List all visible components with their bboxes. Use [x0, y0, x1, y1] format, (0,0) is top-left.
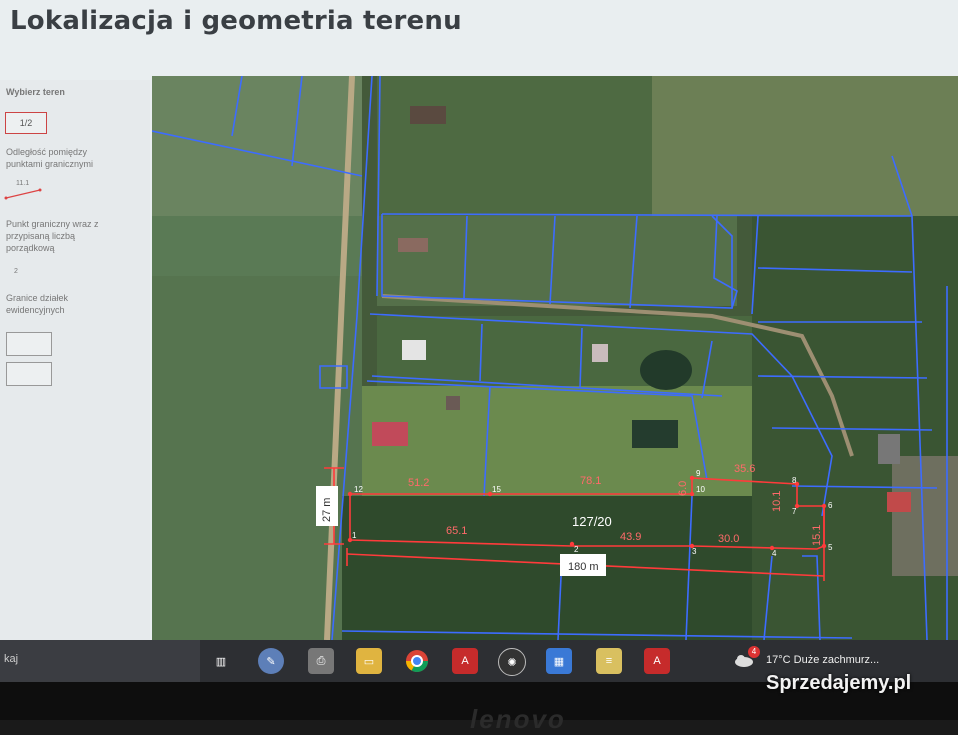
building [372, 422, 408, 446]
legend-parcel-swatch-1 [6, 332, 52, 356]
page-title: Lokalizacja i geometria terenu [10, 6, 462, 36]
legend-distance-label: Odległość pomiędzy punktami granicznymi [6, 147, 94, 169]
point-number: 3 [692, 547, 697, 556]
point-number: 9 [696, 469, 701, 478]
building [887, 492, 911, 512]
page-select[interactable]: 1/2 [5, 112, 47, 134]
map-view[interactable]: 27 m 180 m 127/20 51.2 78.1 35.6 65.1 43… [152, 76, 958, 640]
acrobat-icon[interactable]: A [644, 648, 670, 674]
segment-label: 78.1 [580, 475, 601, 487]
legend-parcel-swatch-2 [6, 362, 52, 386]
building [592, 344, 608, 362]
watermark: Sprzedajemy.pl [766, 672, 912, 694]
segment-label: 6.0 [677, 481, 689, 496]
folder-icon[interactable]: ▭ [356, 648, 382, 674]
legend-choose-label: Wybierz teren [6, 87, 65, 97]
legend-point-label: Punkt graniczny wraz z przypisaną liczbą… [6, 219, 99, 253]
building [878, 434, 900, 464]
segment-label: 30.0 [718, 533, 739, 545]
paint-icon[interactable]: ✎ [258, 648, 284, 674]
segment-label: 65.1 [446, 525, 467, 537]
legend-parcel-label: Granice działek ewidencyjnych [6, 293, 69, 315]
task-view-icon[interactable]: ▥ [208, 648, 234, 674]
notes-icon[interactable]: ≡ [596, 648, 622, 674]
chrome-icon[interactable] [404, 648, 430, 674]
page-value: 1/2 [19, 118, 33, 128]
segment-label: 10.1 [771, 491, 783, 512]
width-label: 27 m [321, 498, 333, 522]
segment-label: 35.6 [734, 463, 755, 475]
calculator-icon[interactable]: ▦ [546, 648, 572, 674]
point-number: 10 [696, 485, 705, 494]
search-box[interactable]: kaj [0, 640, 200, 682]
legend-panel: Wybierz teren 1/2 Odległość pomiędzy pun… [0, 80, 150, 640]
building [402, 340, 426, 360]
point-number: 8 [792, 476, 797, 485]
pond [632, 420, 678, 448]
openai-icon[interactable]: ✺ [498, 648, 526, 676]
point-number: 2 [574, 545, 579, 554]
weather-badge: 4 [748, 646, 760, 658]
point-number: 1 [352, 531, 357, 540]
satellite-map: 27 m 180 m 127/20 51.2 78.1 35.6 65.1 43… [152, 76, 958, 640]
printer-icon[interactable]: ⎙ [308, 648, 334, 674]
segment-label: 51.2 [408, 477, 429, 489]
point-number: 4 [772, 549, 777, 558]
point-number: 15 [492, 485, 501, 494]
point-number: 5 [828, 543, 833, 552]
building [398, 238, 428, 252]
segment-label: 15.1 [811, 525, 823, 546]
search-text: kaj [4, 653, 19, 665]
segment-label: 43.9 [620, 531, 641, 543]
parcel-id: 127/20 [572, 514, 612, 529]
legend-point-sample: 2 [14, 268, 18, 275]
point-number: 7 [792, 507, 797, 516]
screen: Lokalizacja i geometria terenu Wybierz t… [0, 0, 958, 640]
acrobat-icon[interactable]: A [452, 648, 478, 674]
building [410, 106, 446, 124]
legend-distance-line [4, 188, 42, 200]
weather-text[interactable]: 17°C Duże zachmurz... [766, 654, 879, 666]
point-number: 12 [354, 485, 363, 494]
point-number: 6 [828, 501, 833, 510]
building [446, 396, 460, 410]
length-label: 180 m [568, 561, 599, 573]
pond [640, 350, 692, 390]
